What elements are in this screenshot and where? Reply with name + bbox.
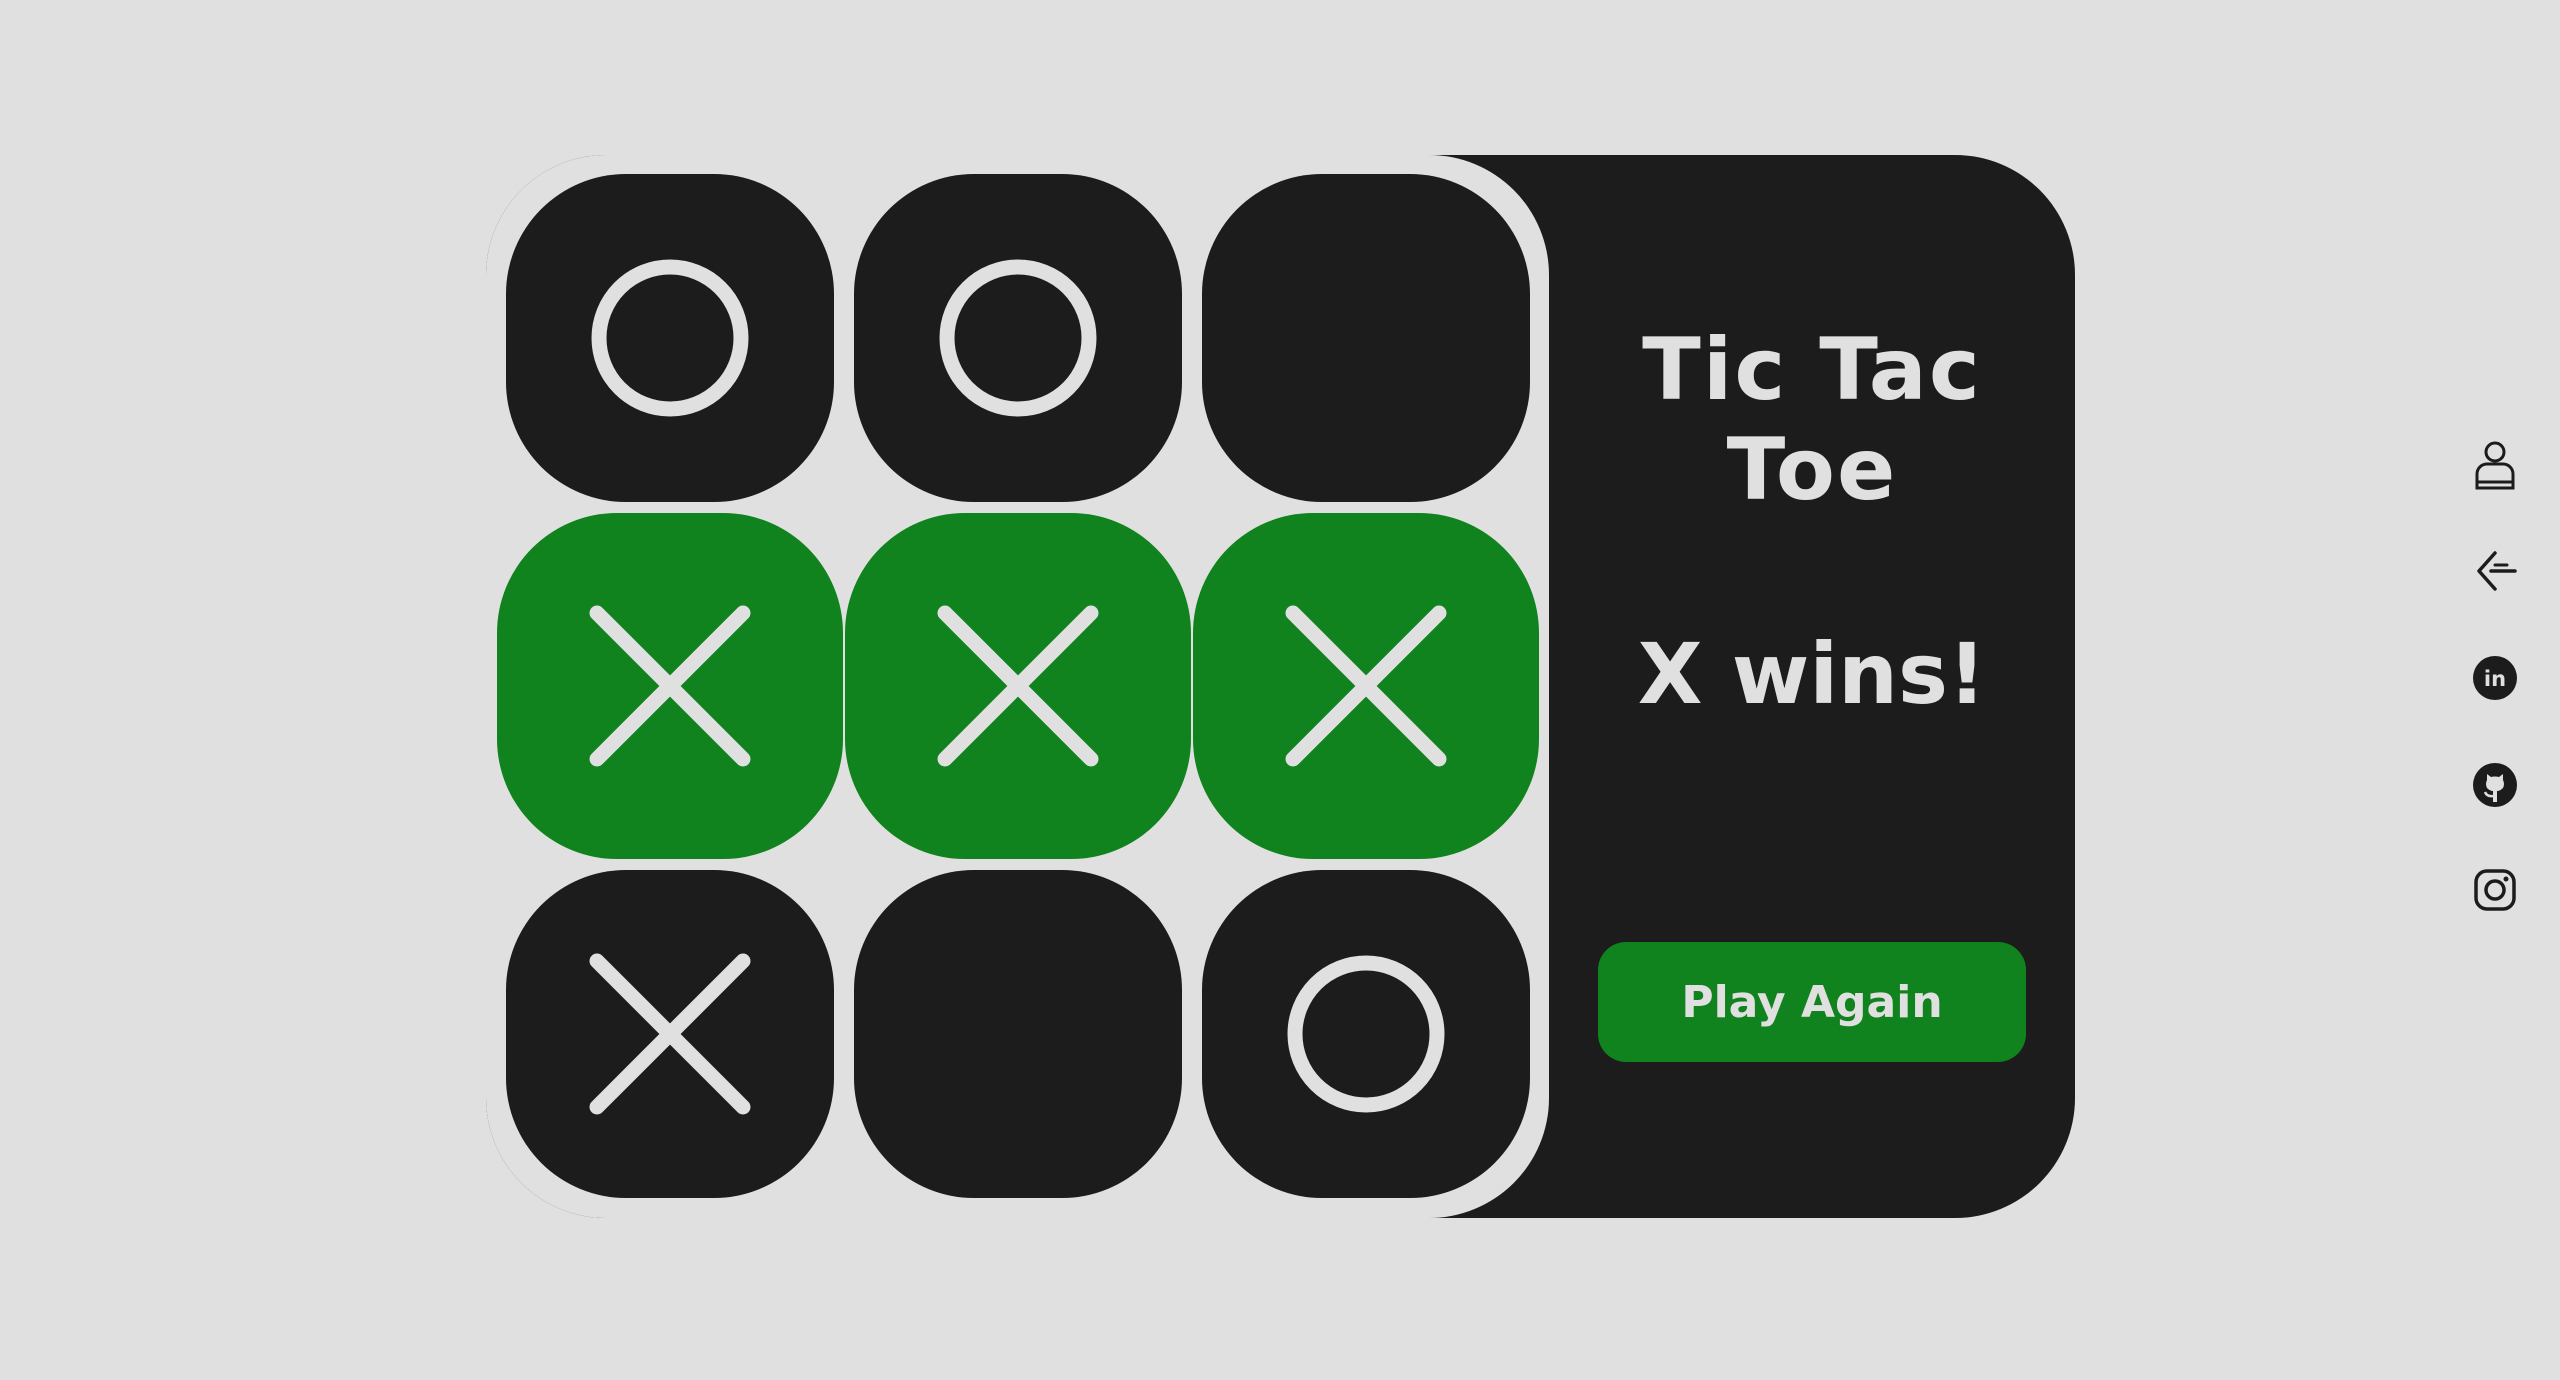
board-cell-4[interactable] [497,513,843,859]
x-mark-icon [937,605,1099,767]
info-panel: Tic Tac Toe X wins! Play Again [1549,155,2075,1218]
page: Tic Tac Toe X wins! Play Again in [0,0,2560,1380]
svg-text:in: in [2484,667,2506,691]
x-mark-icon [589,953,751,1115]
board-cell-3[interactable] [1202,174,1530,502]
board-cell-9[interactable] [1202,870,1530,1198]
board-cell-5[interactable] [845,513,1191,859]
instagram-icon [2474,869,2516,911]
o-mark-icon [1287,955,1445,1113]
instagram-link[interactable] [2470,865,2520,915]
user-icon [2475,441,2515,490]
x-mark-icon [589,605,751,767]
portfolio-link[interactable] [2470,547,2520,597]
play-again-button[interactable]: Play Again [1598,942,2026,1062]
x-mark-icon [1285,605,1447,767]
board-cell-8[interactable] [854,870,1182,1198]
board-cell-2[interactable] [854,174,1182,502]
github-icon [2473,763,2517,807]
github-link[interactable] [2470,760,2520,810]
board-cell-1[interactable] [506,174,834,502]
o-mark-icon [939,259,1097,417]
board-cell-7[interactable] [506,870,834,1198]
profile-link[interactable] [2470,440,2520,490]
o-mark-icon [591,259,749,417]
linkedin-link[interactable]: in [2470,653,2520,703]
game-title: Tic Tac Toe [1642,320,1982,520]
board-cell-6[interactable] [1193,513,1539,859]
back-arrow-icon [2477,551,2517,591]
linkedin-icon: in [2473,656,2517,700]
game-status: X wins! [1637,625,1987,723]
